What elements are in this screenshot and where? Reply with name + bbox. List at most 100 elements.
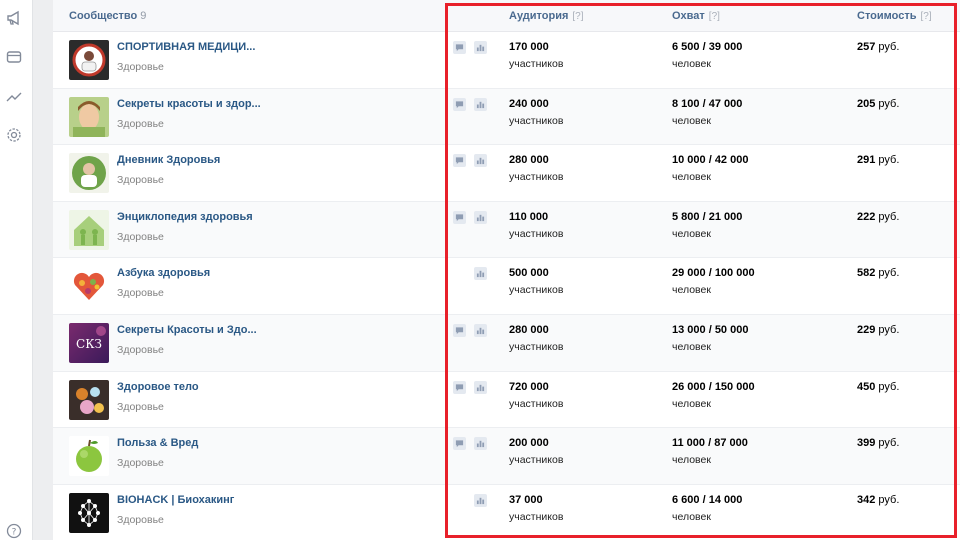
- reach-unit: человек: [672, 171, 711, 184]
- community-category: Здоровье: [117, 343, 164, 356]
- audience-value: 200 000: [509, 437, 549, 450]
- audience-unit: участников: [509, 340, 564, 353]
- table-row[interactable]: Дневник Здоровья Здоровье 280 000 участнико…: [53, 145, 960, 202]
- community-name-link[interactable]: Польза & Вред: [117, 437, 198, 449]
- community-avatar[interactable]: [69, 492, 109, 533]
- reach-unit: человек: [672, 510, 711, 523]
- audience-unit: участников: [509, 284, 564, 297]
- table-row[interactable]: BIOHACK | Биохакинг Здоровье 37 000 участни…: [53, 485, 960, 540]
- message-icon[interactable]: [453, 41, 466, 54]
- community-column-header[interactable]: Сообщество 9: [69, 10, 146, 22]
- gear-icon[interactable]: [5, 126, 23, 144]
- community-name-link[interactable]: Секреты Красоты и Здо...: [117, 324, 257, 336]
- stats-icon[interactable]: [474, 154, 487, 168]
- cost-hint[interactable]: [?]: [921, 11, 932, 22]
- message-icon[interactable]: [453, 380, 466, 394]
- stats-icon[interactable]: [474, 493, 487, 507]
- community-category: Здоровье: [117, 513, 164, 526]
- stats-icon[interactable]: [474, 267, 487, 281]
- wallet-icon[interactable]: [5, 48, 23, 66]
- audience-unit: участников: [509, 397, 564, 410]
- help-icon[interactable]: ?: [5, 522, 23, 540]
- community-name-link[interactable]: BIOHACK | Биохакинг: [117, 494, 234, 506]
- community-name-link[interactable]: Энциклопедия здоровья: [117, 211, 253, 223]
- audience-unit: участников: [509, 114, 564, 127]
- svg-text:?: ?: [12, 528, 17, 538]
- stats-icon[interactable]: [474, 210, 487, 224]
- community-name-link[interactable]: СПОРТИВНАЯ МЕДИЦИ...: [117, 41, 255, 53]
- table-row[interactable]: СКЗ Секреты Красоты и Здо... Здоровье 280 0…: [53, 314, 960, 372]
- audience-unit: участников: [509, 227, 564, 240]
- reach-unit: человек: [672, 58, 711, 70]
- reach-header-label: Охват: [672, 10, 705, 22]
- community-category: Здоровье: [117, 174, 164, 187]
- audience-value: 110 000: [509, 210, 549, 223]
- reach-unit: человек: [672, 227, 711, 240]
- community-category: Здоровье: [117, 117, 164, 130]
- stats-icon[interactable]: [474, 41, 487, 54]
- table-row[interactable]: Энциклопедия здоровья Здоровье 110 000 учас…: [53, 201, 960, 259]
- cost-value: 205: [857, 97, 876, 110]
- message-icon[interactable]: [453, 97, 466, 111]
- stats-icon[interactable]: [474, 97, 487, 111]
- cost-column-header[interactable]: Стоимость [?]: [857, 10, 932, 22]
- community-name-link[interactable]: Азбука здоровья: [117, 267, 210, 279]
- cost-unit: руб.: [878, 267, 900, 280]
- table-row[interactable]: Здоровое тело Здоровье 720 000 участников 26…: [53, 372, 960, 429]
- cost-cell: 222 руб.: [857, 211, 899, 223]
- reach-column-header[interactable]: Охват [?]: [672, 10, 720, 22]
- community-avatar[interactable]: [69, 266, 109, 307]
- community-category: Здоровье: [117, 457, 164, 470]
- reach-unit: человек: [672, 397, 711, 410]
- community-name-link[interactable]: Здоровое тело: [117, 381, 199, 393]
- cost-unit: руб.: [878, 154, 900, 167]
- reach-unit: человек: [672, 284, 711, 297]
- table-header: Сообщество 9 Аудитория [?] Охват [?] Стоимо…: [53, 0, 960, 32]
- trend-icon[interactable]: [5, 87, 23, 105]
- audience-unit: участников: [509, 510, 564, 523]
- communities-table: Сообщество 9 Аудитория [?] Охват [?] Стоимо…: [53, 0, 960, 540]
- table-row[interactable]: Секреты красоты и здор... Здоровье 240 000…: [53, 88, 960, 146]
- stats-icon[interactable]: [474, 437, 487, 451]
- cost-unit: руб.: [878, 97, 900, 110]
- community-avatar[interactable]: [69, 40, 109, 80]
- reach-value: 5 800 / 21 000: [672, 210, 743, 223]
- cost-value: 229: [857, 323, 876, 336]
- reach-value: 8 100 / 47 000: [672, 97, 743, 110]
- audience-hint[interactable]: [?]: [572, 11, 583, 22]
- cost-cell: 582 руб.: [857, 267, 899, 279]
- cost-cell: 229 руб.: [857, 324, 899, 336]
- stats-icon[interactable]: [474, 323, 487, 337]
- message-icon[interactable]: [453, 323, 466, 337]
- community-header-label: Сообщество: [69, 10, 138, 22]
- audience-column-header[interactable]: Аудитория [?]: [509, 10, 584, 22]
- community-category: Здоровье: [117, 287, 164, 300]
- community-avatar[interactable]: СКЗ: [69, 322, 109, 363]
- community-name-link[interactable]: Секреты красоты и здор...: [117, 98, 261, 110]
- megaphone-icon[interactable]: [5, 9, 23, 27]
- community-avatar[interactable]: [69, 96, 109, 137]
- community-avatar[interactable]: [69, 436, 109, 477]
- cost-cell: 257 руб.: [857, 41, 899, 53]
- reach-value: 26 000 / 150 000: [672, 380, 755, 393]
- table-row[interactable]: СПОРТИВНАЯ МЕДИЦИ... Здоровье 170 000 участ…: [53, 32, 960, 89]
- table-row[interactable]: Польза & Вред Здоровье 200 000 участников 11…: [53, 428, 960, 485]
- audience-value: 280 000: [509, 323, 549, 336]
- cost-value: 222: [857, 210, 876, 223]
- table-row[interactable]: Азбука здоровья Здоровье 500 000 участников…: [53, 258, 960, 315]
- cost-unit: руб.: [878, 493, 900, 506]
- community-avatar[interactable]: [69, 153, 109, 194]
- message-icon[interactable]: [453, 210, 466, 224]
- community-name-link[interactable]: Дневник Здоровья: [117, 154, 220, 166]
- audience-unit: участников: [509, 454, 564, 467]
- cost-value: 582: [857, 267, 876, 280]
- community-avatar[interactable]: [69, 209, 109, 250]
- stats-icon[interactable]: [474, 380, 487, 394]
- audience-value: 170 000: [509, 41, 549, 53]
- message-icon[interactable]: [453, 437, 466, 451]
- message-icon[interactable]: [453, 154, 466, 168]
- community-avatar[interactable]: [69, 379, 109, 420]
- reach-unit: человек: [672, 114, 711, 127]
- reach-hint[interactable]: [?]: [709, 11, 720, 22]
- reach-value: 10 000 / 42 000: [672, 154, 749, 167]
